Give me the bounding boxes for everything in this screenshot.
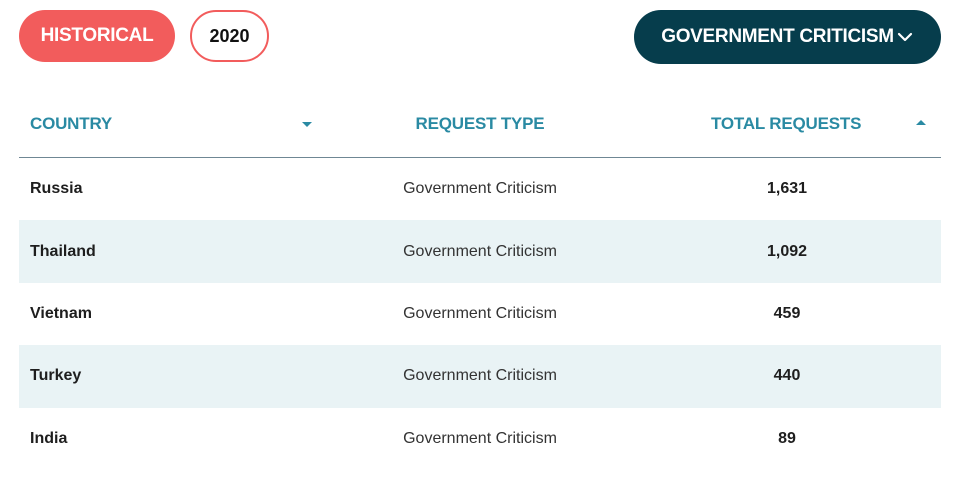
cell-total-requests: 440 xyxy=(773,367,801,385)
cell-total-requests: 89 xyxy=(778,429,796,447)
table-body: Russia Government Criticism 1,631 Thailand G… xyxy=(19,158,941,470)
page: HISTORICAL 2020 GOVERNMENT CRITICISM COU… xyxy=(0,0,960,480)
table-row: Russia Government Criticism 1,631 xyxy=(19,158,941,220)
historical-button[interactable]: HISTORICAL xyxy=(19,10,175,62)
column-header-country[interactable]: COUNTRY xyxy=(30,90,112,158)
chevron-down-icon xyxy=(896,31,914,43)
table-row: Vietnam Government Criticism 459 xyxy=(19,283,941,345)
cell-total-requests: 1,092 xyxy=(766,242,808,260)
sort-asc-icon[interactable] xyxy=(916,120,926,125)
year-button-label: 2020 xyxy=(209,25,250,46)
cell-total-requests: 1,631 xyxy=(766,180,808,198)
historical-button-label: HISTORICAL xyxy=(40,25,154,46)
sort-desc-icon[interactable] xyxy=(302,122,312,127)
column-header-request-type-label: REQUEST TYPE xyxy=(415,114,545,133)
column-header-country-label: COUNTRY xyxy=(30,114,113,133)
year-button[interactable]: 2020 xyxy=(190,10,269,62)
column-header-total-requests-label: TOTAL REQUESTS xyxy=(711,114,862,133)
request-type-dropdown[interactable]: GOVERNMENT CRITICISM xyxy=(634,10,941,64)
request-type-dropdown-label: GOVERNMENT CRITICISM xyxy=(661,26,894,47)
table-row: Turkey Government Criticism 440 xyxy=(19,345,941,408)
table-row: India Government Criticism 89 xyxy=(19,408,941,470)
table-row: Thailand Government Criticism 1,092 xyxy=(19,220,941,283)
requests-table: COUNTRY REQUEST TYPE TOTAL REQUESTS Russ… xyxy=(19,90,941,470)
cell-total-requests: 459 xyxy=(773,304,801,322)
table-header: COUNTRY REQUEST TYPE TOTAL REQUESTS xyxy=(19,90,941,158)
column-header-total-requests[interactable]: TOTAL REQUESTS xyxy=(711,90,861,158)
